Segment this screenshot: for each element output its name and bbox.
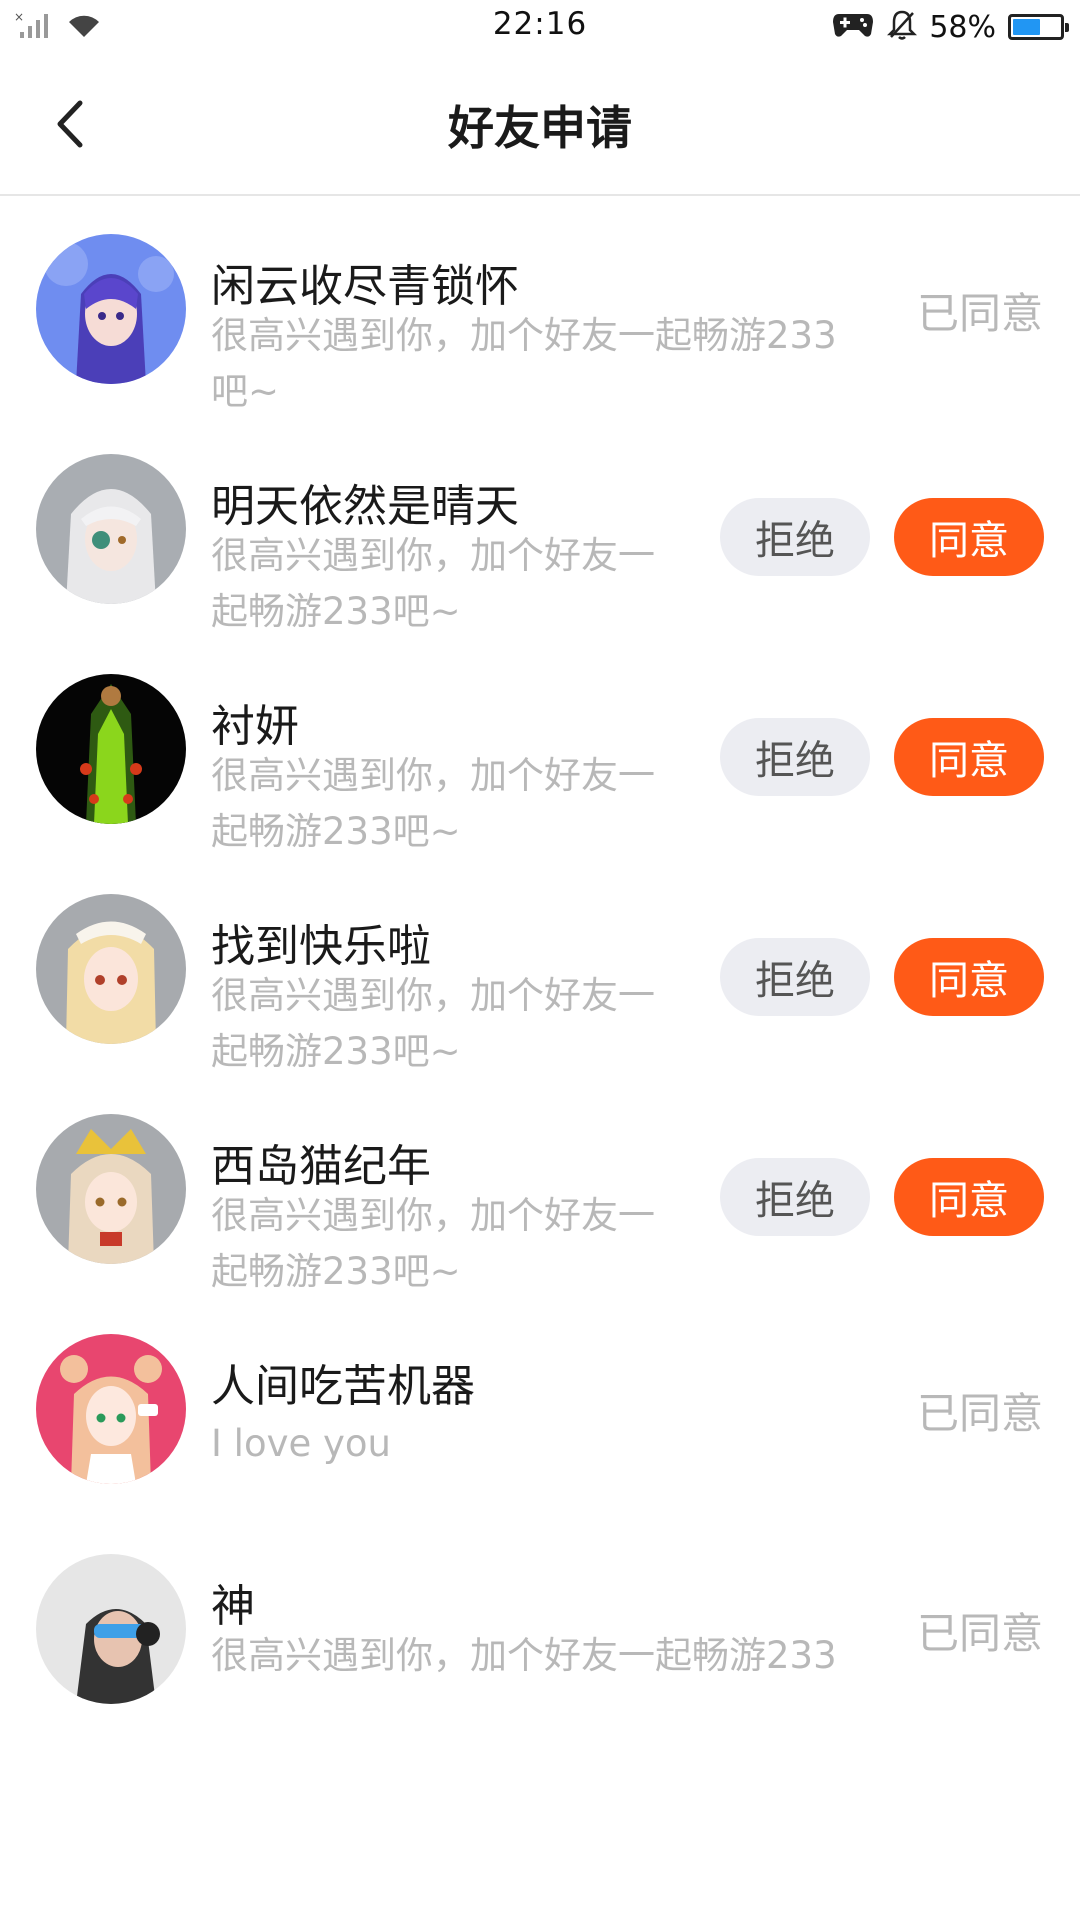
reject-button[interactable]: 拒绝 xyxy=(720,718,870,796)
agreed-status: 已同意 xyxy=(916,1389,1043,1438)
request-message: I love you xyxy=(211,1422,391,1465)
friend-request-item[interactable]: 神 很高兴遇到你，加个好友一起畅游233 已同意 xyxy=(0,1518,1080,1788)
notifications-off-icon xyxy=(887,9,918,45)
request-message: 很高兴遇到你，加个好友一起畅游233吧~ xyxy=(211,534,655,633)
avatar[interactable] xyxy=(36,234,186,384)
nickname: 衬妍 xyxy=(211,701,299,752)
battery-percent: 58% xyxy=(929,9,996,45)
accept-button[interactable]: 同意 xyxy=(894,718,1044,796)
reject-button[interactable]: 拒绝 xyxy=(720,498,870,576)
battery-icon xyxy=(1008,14,1069,40)
nickname: 西岛猫纪年 xyxy=(211,1141,431,1192)
accept-button[interactable]: 同意 xyxy=(894,498,1044,576)
page-title: 好友申请 xyxy=(448,101,632,155)
status-bar: × 22:16 58% xyxy=(0,0,1080,54)
avatar[interactable] xyxy=(36,1334,186,1484)
reject-button[interactable]: 拒绝 xyxy=(720,1158,870,1236)
battery-level-fill xyxy=(1013,19,1040,35)
agreed-status: 已同意 xyxy=(916,1609,1043,1658)
accept-button[interactable]: 同意 xyxy=(894,1158,1044,1236)
avatar[interactable] xyxy=(36,454,186,604)
nickname: 闲云收尽青锁怀 xyxy=(211,261,519,312)
avatar[interactable] xyxy=(36,674,186,824)
avatar[interactable] xyxy=(36,1554,186,1704)
request-message: 很高兴遇到你，加个好友一起畅游233吧~ xyxy=(211,1194,655,1293)
header: 好友申请 xyxy=(0,54,1080,196)
avatar[interactable] xyxy=(36,1114,186,1264)
request-message: 很高兴遇到你，加个好友一起畅游233吧~ xyxy=(211,974,655,1073)
request-message: 很高兴遇到你，加个好友一起畅游233吧~ xyxy=(211,314,837,413)
status-right: 58% xyxy=(831,8,1069,46)
request-message: 很高兴遇到你，加个好友一起畅游233吧~ xyxy=(211,754,655,853)
reject-button[interactable]: 拒绝 xyxy=(720,938,870,1016)
nickname: 找到快乐啦 xyxy=(211,921,431,972)
nickname: 神 xyxy=(211,1581,255,1632)
gamepad-icon xyxy=(831,10,875,44)
agreed-status: 已同意 xyxy=(916,289,1043,338)
nickname: 人间吃苦机器 xyxy=(211,1361,475,1412)
accept-button[interactable]: 同意 xyxy=(894,938,1044,1016)
request-message: 很高兴遇到你，加个好友一起畅游233 xyxy=(211,1634,837,1677)
avatar[interactable] xyxy=(36,894,186,1044)
nickname: 明天依然是晴天 xyxy=(211,481,519,532)
